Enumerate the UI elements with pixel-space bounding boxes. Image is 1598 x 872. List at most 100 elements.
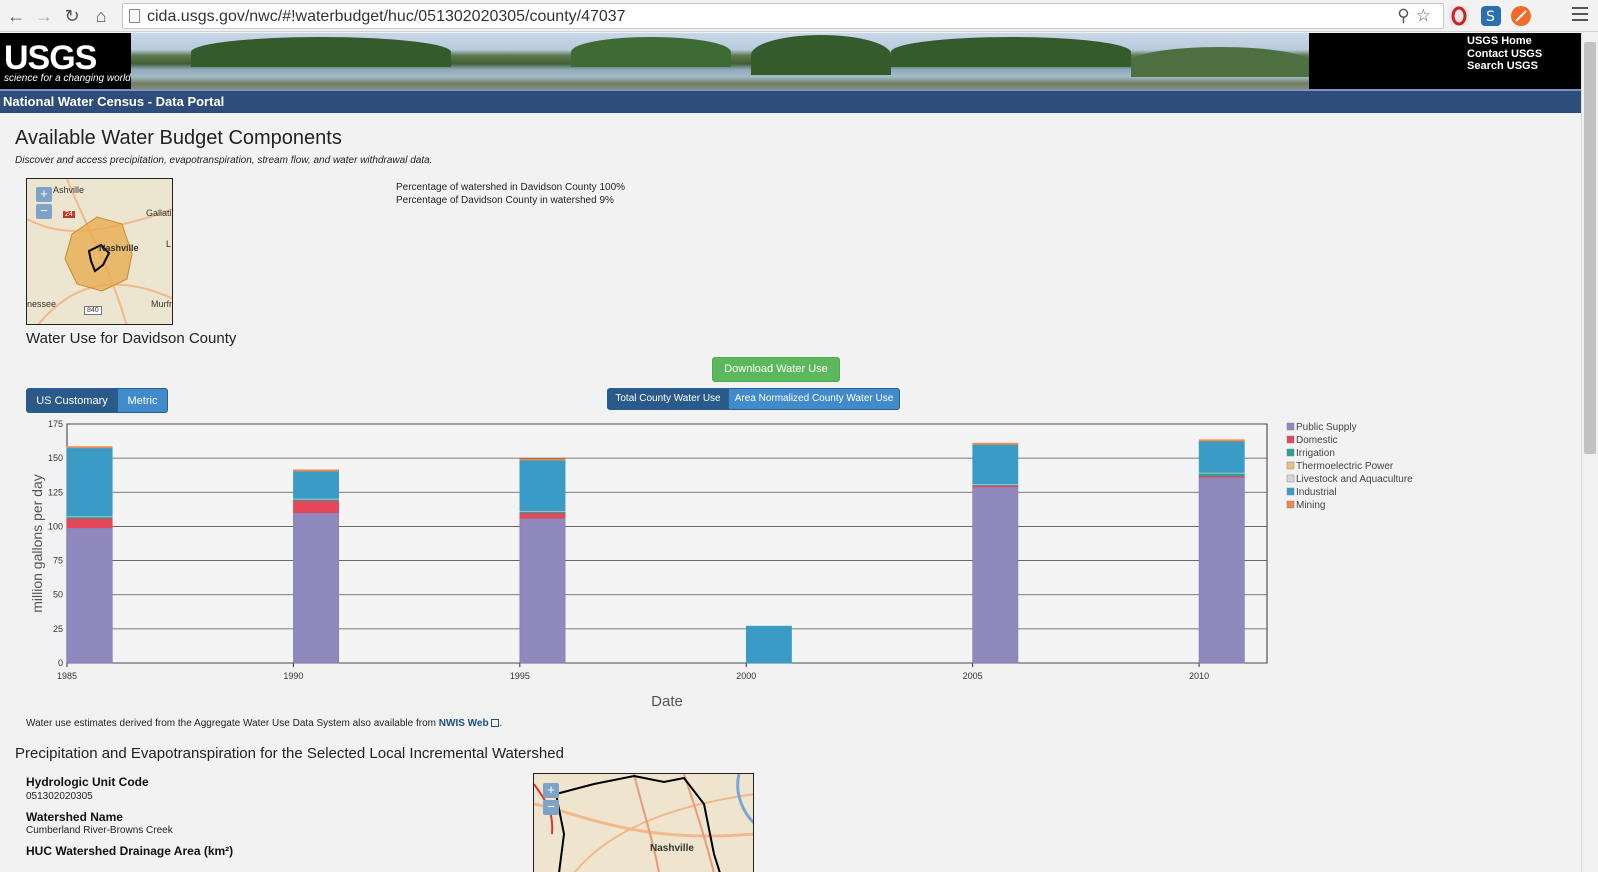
bar-segment [972, 486, 1019, 664]
total-county-water-use-button[interactable]: Total County Water Use [607, 388, 729, 410]
water-use-chart: 0 25 50 75 100 125 150 175 1985 1990 1995 2000 2005 2… [29, 419, 1413, 710]
usgs-logo[interactable]: USGS science for a changing world [0, 33, 131, 89]
map-label: nessee [27, 299, 57, 309]
usgs-home-link[interactable]: USGS Home [1467, 35, 1532, 47]
legend-label: Public Supply [1296, 422, 1357, 433]
bar-segment [1198, 439, 1245, 442]
y-tick-label: 150 [48, 453, 63, 463]
page-scrollbar[interactable] [1581, 32, 1598, 872]
logo-tagline: science for a changing world [4, 73, 131, 84]
bar-segment [519, 458, 566, 461]
nwis-web-link[interactable]: NWIS Web [439, 718, 489, 729]
menu-icon[interactable] [1572, 7, 1588, 21]
nwis-note-suffix: . [499, 718, 503, 729]
url-text[interactable]: cida.usgs.gov/nwc/#!waterbudget/huc/0513… [147, 8, 626, 26]
extension-s-icon[interactable]: S [1481, 6, 1501, 26]
zoom-icon[interactable]: ⚲ [1397, 6, 1415, 25]
contact-usgs-link[interactable]: Contact USGS [1467, 48, 1542, 60]
usgs-link-panel: USGS Home Contact USGS Search USGS [1309, 33, 1581, 89]
extension-opera-icon[interactable] [1449, 6, 1469, 26]
watershed-name-label: Watershed Name [26, 810, 123, 824]
interstate-shield: 24 [63, 211, 75, 218]
map-label: Murfr [151, 299, 172, 309]
x-tick-label: 2000 [736, 671, 756, 681]
y-axis-label: million gallons per day [29, 474, 45, 613]
watershed-zoom-out-button[interactable]: − [543, 800, 559, 815]
x-axis-label: Date [651, 693, 683, 710]
legend-swatch [1286, 435, 1295, 444]
legend-label: Irrigation [1296, 448, 1335, 459]
page-subtitle: Discover and access precipitation, evapo… [15, 155, 433, 166]
search-usgs-link[interactable]: Search USGS [1467, 60, 1538, 72]
bar-segment [519, 512, 566, 519]
star-icon[interactable]: ☆ [1416, 6, 1437, 25]
bar-segment [66, 517, 113, 529]
drainage-area-label: HUC Watershed Drainage Area (km²) [26, 844, 234, 858]
bar-segment [972, 442, 1019, 445]
page-title: Available Water Budget Components [15, 127, 342, 149]
legend-swatch [1286, 500, 1295, 509]
bar-segment [519, 459, 566, 512]
legend-swatch [1286, 474, 1295, 483]
legend-label: Domestic [1296, 435, 1338, 446]
forward-icon[interactable]: → [32, 4, 56, 28]
huc-value: 051302020305 [26, 791, 93, 802]
x-tick-label: 1995 [510, 671, 530, 681]
bar-segment [745, 625, 792, 664]
bar-segment [66, 446, 113, 449]
back-icon[interactable]: ← [4, 4, 28, 28]
svg-text:S: S [1486, 9, 1495, 25]
watershed-map[interactable]: + − Nashville [533, 773, 754, 872]
bar-segment [293, 500, 339, 514]
usgs-banner: USGS science for a changing world USGS H… [0, 33, 1581, 89]
address-bar[interactable]: cida.usgs.gov/nwc/#!waterbudget/huc/0513… [122, 3, 1444, 29]
pct-watershed-in-county: Percentage of watershed in Davidson Coun… [396, 182, 626, 193]
map-zoom-out-button[interactable]: − [36, 204, 52, 219]
y-tick-label: 50 [53, 590, 63, 600]
page-icon [129, 9, 140, 23]
watershed-zoom-in-button[interactable]: + [543, 783, 559, 798]
portal-title-bar: National Water Census - Data Portal [0, 89, 1581, 113]
y-tick-label: 75 [53, 556, 63, 566]
water-use-heading: Water Use for Davidson County [26, 330, 237, 347]
y-tick-label: 175 [48, 419, 63, 429]
watershed-map-label: Nashville [650, 843, 694, 854]
extension-compass-icon[interactable] [1511, 6, 1531, 26]
x-tick-label: 1985 [57, 671, 77, 681]
huc-label: Hydrologic Unit Code [26, 775, 149, 789]
map-label: L [166, 239, 172, 249]
download-water-use-button[interactable]: Download Water Use [712, 357, 840, 382]
bar-segment [293, 469, 339, 472]
map-label: Gallatin [146, 208, 172, 218]
chart-plot-area [66, 423, 1268, 664]
zoom-bookmark-icons[interactable]: ⚲☆ [1397, 6, 1437, 26]
map-zoom-in-button[interactable]: + [36, 187, 52, 202]
bar-segment [66, 527, 113, 664]
y-tick-label: 125 [48, 487, 63, 497]
y-tick-label: 100 [48, 521, 63, 531]
y-tick-label: 25 [53, 624, 63, 634]
reload-icon[interactable]: ↻ [60, 4, 84, 28]
legend-label: Industrial [1296, 487, 1337, 498]
map-label: Nashville [99, 243, 139, 253]
scrollbar-thumb[interactable] [1584, 42, 1596, 454]
bar-segment [293, 512, 339, 664]
nwis-note: Water use estimates derived from the Agg… [26, 718, 502, 729]
legend-swatch [1286, 487, 1295, 496]
bar-segment [66, 447, 113, 517]
nwis-note-text: Water use estimates derived from the Agg… [26, 718, 439, 729]
bar-segment [1198, 440, 1245, 473]
area-normalized-water-use-button[interactable]: Area Normalized County Water Use [728, 388, 900, 410]
home-icon[interactable]: ⌂ [89, 4, 113, 28]
us-customary-button[interactable]: US Customary [26, 388, 118, 413]
route-shield: 840 [84, 306, 102, 315]
metric-button[interactable]: Metric [117, 388, 168, 413]
browser-toolbar: ← → ↻ ⌂ cida.usgs.gov/nwc/#!waterbudget/… [0, 0, 1598, 32]
bar-segment [293, 470, 339, 499]
portal-title[interactable]: National Water Census - Data Portal [3, 94, 224, 109]
bar-segment [1198, 472, 1245, 477]
bar-segment [519, 517, 566, 664]
legend-swatch [1286, 422, 1295, 431]
legend-label: Mining [1296, 500, 1325, 511]
county-map[interactable]: + − Ashville Gallatin Nashville nessee M… [26, 178, 173, 325]
